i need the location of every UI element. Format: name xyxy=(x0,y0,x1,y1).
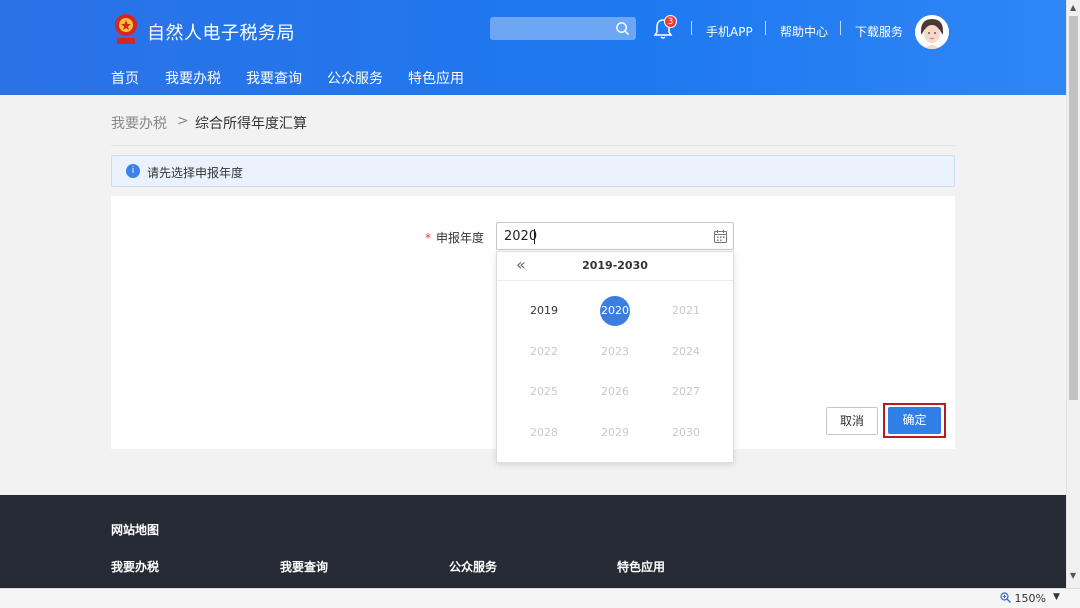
year-cell-2030: 2030 xyxy=(663,418,709,448)
year-input-value: 2020 xyxy=(504,229,538,244)
footer-link-query[interactable]: 我要查询 xyxy=(280,558,328,575)
year-cell-label: 2029 xyxy=(601,426,629,439)
year-cell-label: 2020 xyxy=(601,304,629,317)
calendar-icon[interactable] xyxy=(713,229,728,244)
nav-tax-service[interactable]: 我要办税 xyxy=(165,68,221,88)
year-cell-label: 2025 xyxy=(530,385,558,398)
year-field-label: * 申报年度 xyxy=(425,229,484,246)
tax-emblem-logo[interactable] xyxy=(111,12,141,48)
notification-badge: 3 xyxy=(664,15,677,28)
zoom-value: 150% xyxy=(1014,592,1046,605)
year-cell-label: 2027 xyxy=(672,385,700,398)
divider xyxy=(691,21,692,35)
site-title[interactable]: 自然人电子税务局 xyxy=(147,19,295,45)
top-header: 自然人电子税务局 3 手机APP 帮助中心 下载服务 首页 我要办税 我要查询 … xyxy=(0,0,1066,95)
breadcrumb-current: 综合所得年度汇算 xyxy=(195,116,307,132)
year-cell-label: 2028 xyxy=(530,426,558,439)
breadcrumb: 我要办税 > 综合所得年度汇算 xyxy=(111,113,307,133)
year-cell-2027: 2027 xyxy=(663,377,709,407)
scroll-down-arrow-icon[interactable]: ▼ xyxy=(1070,571,1076,580)
nav-special-apps[interactable]: 特色应用 xyxy=(408,68,464,88)
search-icon[interactable] xyxy=(615,21,630,36)
nav-home[interactable]: 首页 xyxy=(111,68,139,88)
year-cell-label: 2023 xyxy=(601,345,629,358)
year-cell-2020[interactable]: 2020 xyxy=(592,296,638,326)
search-input[interactable] xyxy=(490,17,636,40)
divider xyxy=(840,21,841,35)
site-footer: 网站地图 我要办税 我要查询 公众服务 特色应用 xyxy=(0,495,1066,588)
browser-status-bar: 150% ▼ xyxy=(0,588,1080,608)
mobile-app-link[interactable]: 手机APP xyxy=(706,23,753,40)
footer-link-tax-service[interactable]: 我要办税 xyxy=(111,558,159,575)
zoom-level[interactable]: 150% xyxy=(1000,592,1046,605)
text-cursor xyxy=(534,229,535,244)
divider xyxy=(111,145,955,146)
help-center-link[interactable]: 帮助中心 xyxy=(780,23,828,40)
info-icon: i xyxy=(126,164,140,178)
info-alert: i 请先选择申报年度 xyxy=(111,155,955,187)
zoom-icon xyxy=(1000,592,1011,603)
year-cell-2022: 2022 xyxy=(521,337,567,367)
required-mark: * xyxy=(425,231,431,245)
nav-public-service[interactable]: 公众服务 xyxy=(327,68,383,88)
year-cell-2023: 2023 xyxy=(592,337,638,367)
year-label-text: 申报年度 xyxy=(436,231,485,245)
year-cell-label: 2019 xyxy=(530,304,558,317)
year-cell-2029: 2029 xyxy=(592,418,638,448)
year-cell-2026: 2026 xyxy=(592,377,638,407)
year-cell-label: 2030 xyxy=(672,426,700,439)
footer-link-special-apps[interactable]: 特色应用 xyxy=(617,558,665,575)
year-cell-label: 2026 xyxy=(601,385,629,398)
year-cell-2021: 2021 xyxy=(663,296,709,326)
year-cell-label: 2024 xyxy=(672,345,700,358)
year-cell-label: 2022 xyxy=(530,345,558,358)
decade-range-label: 2019-2030 xyxy=(582,259,648,272)
avatar-icon xyxy=(915,15,949,49)
cancel-button[interactable]: 取消 xyxy=(826,407,878,435)
year-picker-dropdown: « 2019-2030 2019 2020 2021 2022 2023 2024 2025… xyxy=(496,251,734,463)
year-cell-label: 2021 xyxy=(672,304,700,317)
year-cell-2024: 2024 xyxy=(663,337,709,367)
alert-message: 请先选择申报年度 xyxy=(147,166,244,180)
year-input[interactable]: 2020 xyxy=(496,222,734,250)
zoom-dropdown-icon[interactable]: ▼ xyxy=(1053,592,1060,602)
user-avatar[interactable] xyxy=(915,15,949,49)
breadcrumb-parent[interactable]: 我要办税 xyxy=(111,116,167,132)
nav-query[interactable]: 我要查询 xyxy=(246,68,302,88)
download-service-link[interactable]: 下载服务 xyxy=(855,23,903,40)
divider xyxy=(765,21,766,35)
vertical-scrollbar[interactable]: ▲ ▼ xyxy=(1066,0,1080,588)
sitemap-title: 网站地图 xyxy=(111,523,160,537)
scroll-up-arrow-icon[interactable]: ▲ xyxy=(1070,3,1076,12)
confirm-button[interactable]: 确定 xyxy=(888,407,941,434)
scrollbar-thumb[interactable] xyxy=(1069,16,1078,400)
year-picker-header: « 2019-2030 xyxy=(497,252,733,281)
year-cell-2019[interactable]: 2019 xyxy=(521,296,567,326)
footer-link-public-service[interactable]: 公众服务 xyxy=(449,558,497,575)
breadcrumb-separator: > xyxy=(177,113,189,129)
year-cell-2025: 2025 xyxy=(521,377,567,407)
year-cell-2028: 2028 xyxy=(521,418,567,448)
confirm-highlight-box: 确定 xyxy=(883,403,946,438)
